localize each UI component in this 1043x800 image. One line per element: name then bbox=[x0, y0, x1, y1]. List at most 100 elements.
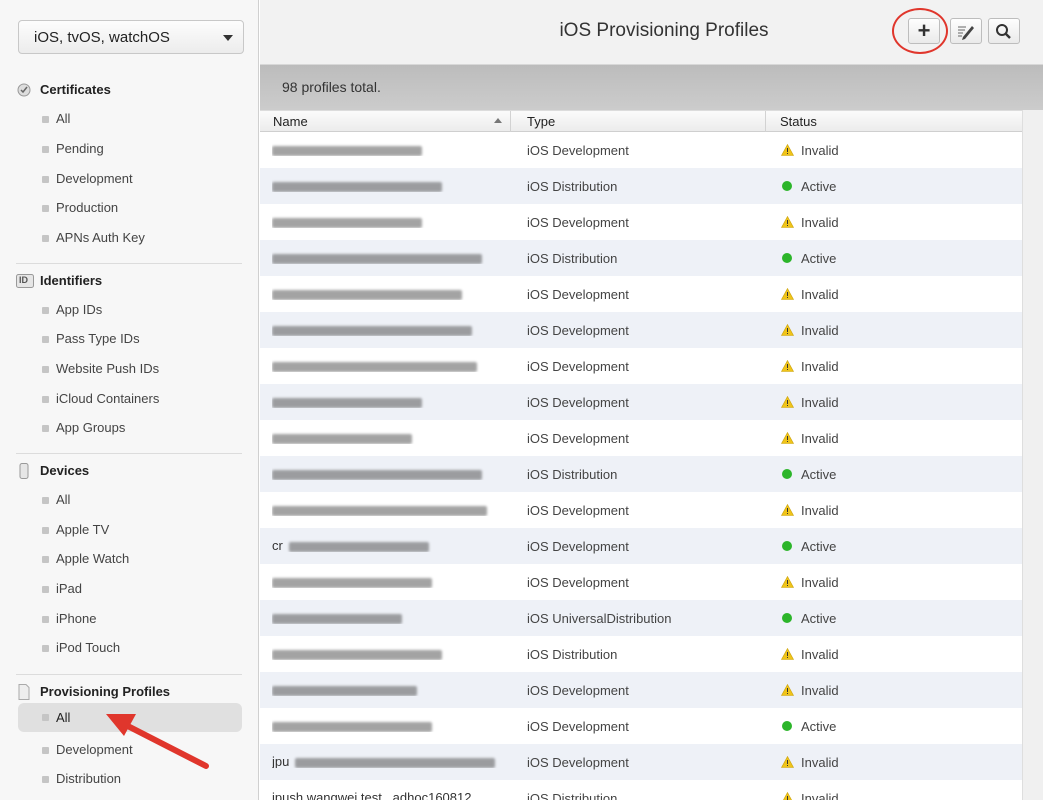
main-panel: iOS Provisioning Profiles + 98 profiles … bbox=[260, 0, 1043, 800]
table-row[interactable]: iOS Development Invalid bbox=[260, 564, 1022, 600]
sidebar-item-devices-apple-watch[interactable]: Apple Watch bbox=[30, 548, 242, 570]
sidebar-item-devices-iphone[interactable]: iPhone bbox=[30, 608, 242, 630]
sidebar-item-identifiers-website-push-ids[interactable]: Website Push IDs bbox=[30, 358, 242, 380]
profile-status: Active bbox=[801, 179, 837, 194]
profile-type: iOS Development bbox=[527, 287, 629, 302]
redacted-text bbox=[272, 145, 422, 156]
profile-name bbox=[272, 718, 502, 732]
platform-dropdown[interactable]: iOS, tvOS, watchOS bbox=[18, 20, 244, 54]
sidebar-item-devices-ipad[interactable]: iPad bbox=[30, 578, 242, 600]
profile-name-text: jpush.wangwei.test...adhoc160812 bbox=[272, 790, 472, 800]
sidebar-item-identifiers-app-groups[interactable]: App Groups bbox=[30, 417, 242, 439]
search-icon bbox=[996, 24, 1011, 39]
table-row[interactable]: iOS Development Invalid bbox=[260, 132, 1022, 168]
bullet-icon bbox=[42, 645, 49, 652]
table-row[interactable]: iOS Development Invalid bbox=[260, 384, 1022, 420]
sidebar-item-label: Apple TV bbox=[56, 522, 110, 537]
bullet-icon bbox=[42, 425, 49, 432]
table-row[interactable]: iOS Development Invalid bbox=[260, 204, 1022, 240]
sidebar-item-label: Website Push IDs bbox=[56, 361, 160, 376]
column-header-status[interactable]: Status bbox=[780, 114, 817, 129]
profiles-count: 98 profiles total. bbox=[282, 79, 381, 95]
profile-type: iOS Distribution bbox=[527, 179, 618, 194]
edit-button[interactable] bbox=[950, 18, 982, 44]
table-row[interactable]: iOS Distribution Invalid bbox=[260, 636, 1022, 672]
column-header-type[interactable]: Type bbox=[527, 114, 555, 129]
profile-type: iOS Development bbox=[527, 683, 629, 698]
bullet-icon bbox=[42, 776, 49, 783]
table-row[interactable]: iOS Distribution Active bbox=[260, 240, 1022, 276]
sort-ascending-icon bbox=[494, 118, 502, 123]
profile-type: iOS Development bbox=[527, 431, 629, 446]
active-status-icon bbox=[781, 252, 793, 264]
redacted-text bbox=[272, 361, 477, 372]
bullet-icon bbox=[42, 616, 49, 623]
table-row[interactable]: iOS Distribution Active bbox=[260, 456, 1022, 492]
sidebar-item-certificates-apns-auth-key[interactable]: APNs Auth Key bbox=[30, 227, 242, 249]
sidebar-item-devices-apple-tv[interactable]: Apple TV bbox=[30, 519, 242, 541]
table-row[interactable]: iOS Development Invalid bbox=[260, 492, 1022, 528]
sidebar-divider bbox=[16, 674, 242, 675]
sidebar-item-label: iPhone bbox=[56, 611, 97, 626]
table-row[interactable]: iOS Development Invalid bbox=[260, 420, 1022, 456]
table-row[interactable]: iOS Distribution Active bbox=[260, 168, 1022, 204]
sidebar-item-label: Pass Type IDs bbox=[56, 331, 140, 346]
table-row[interactable]: iOS Development Active bbox=[260, 708, 1022, 744]
bullet-icon bbox=[42, 527, 49, 534]
section-title: Identifiers bbox=[40, 273, 103, 288]
column-header-name[interactable]: Name bbox=[273, 114, 308, 129]
profile-name bbox=[272, 682, 502, 696]
table-row[interactable]: iOS UniversalDistribution Active bbox=[260, 600, 1022, 636]
bullet-icon bbox=[42, 307, 49, 314]
bullet-icon bbox=[42, 366, 49, 373]
warning-icon bbox=[780, 755, 795, 768]
profile-name bbox=[272, 430, 502, 444]
sidebar-item-label: App Groups bbox=[56, 420, 126, 435]
table-row[interactable]: jpush.wangwei.test...adhoc160812 iOS Dist… bbox=[260, 780, 1022, 800]
warning-icon bbox=[780, 431, 795, 444]
sidebar-item-label: App IDs bbox=[56, 302, 103, 317]
sidebar-item-label: Apple Watch bbox=[56, 551, 130, 566]
profile-name bbox=[272, 646, 502, 660]
profile-status: Invalid bbox=[801, 143, 839, 158]
sidebar-item-devices-ipod-touch[interactable]: iPod Touch bbox=[30, 637, 242, 659]
table-row[interactable]: iOS Development Invalid bbox=[260, 348, 1022, 384]
sidebar-item-certificates-production[interactable]: Production bbox=[30, 197, 242, 219]
warning-icon bbox=[780, 323, 795, 336]
sidebar-item-certificates-all[interactable]: All bbox=[30, 108, 242, 130]
profile-status: Invalid bbox=[801, 323, 839, 338]
redacted-text bbox=[295, 757, 496, 768]
table-row[interactable]: iOS Development Invalid bbox=[260, 276, 1022, 312]
sidebar-item-certificates-pending[interactable]: Pending bbox=[30, 138, 242, 160]
table-row[interactable]: iOS Development Invalid bbox=[260, 672, 1022, 708]
profile-type: iOS Development bbox=[527, 143, 629, 158]
table-row[interactable]: jpu iOS Development Invalid bbox=[260, 744, 1022, 780]
scrollbar[interactable] bbox=[1022, 110, 1043, 800]
profile-name bbox=[272, 466, 502, 480]
profile-status: Active bbox=[801, 467, 837, 482]
sidebar-item-identifiers-icloud-containers[interactable]: iCloud Containers bbox=[30, 388, 242, 410]
table-row[interactable]: iOS Development Invalid bbox=[260, 312, 1022, 348]
profile-name bbox=[272, 358, 502, 372]
profile-type: iOS Development bbox=[527, 215, 629, 230]
section-title: Provisioning Profiles bbox=[40, 684, 171, 699]
sidebar-item-devices-all[interactable]: All bbox=[30, 489, 242, 511]
profile-status: Invalid bbox=[801, 575, 839, 590]
sidebar-item-identifiers-pass-type-ids[interactable]: Pass Type IDs bbox=[30, 328, 242, 350]
header-bar: iOS Provisioning Profiles + bbox=[260, 0, 1043, 65]
redacted-text bbox=[272, 649, 442, 660]
active-status-icon bbox=[781, 720, 793, 732]
bullet-icon bbox=[42, 497, 49, 504]
document-icon bbox=[16, 684, 32, 700]
warning-icon bbox=[780, 647, 795, 660]
profile-type: iOS Development bbox=[527, 755, 629, 770]
search-button[interactable] bbox=[988, 18, 1020, 44]
warning-icon bbox=[780, 287, 795, 300]
sidebar-item-certificates-development[interactable]: Development bbox=[30, 168, 242, 190]
table-row[interactable]: cr iOS Development Active bbox=[260, 528, 1022, 564]
profile-type: iOS Development bbox=[527, 503, 629, 518]
profile-type: iOS Development bbox=[527, 719, 629, 734]
id-icon: ID bbox=[16, 273, 34, 289]
sidebar-item-identifiers-app-ids[interactable]: App IDs bbox=[30, 299, 242, 321]
profile-name bbox=[272, 322, 502, 336]
